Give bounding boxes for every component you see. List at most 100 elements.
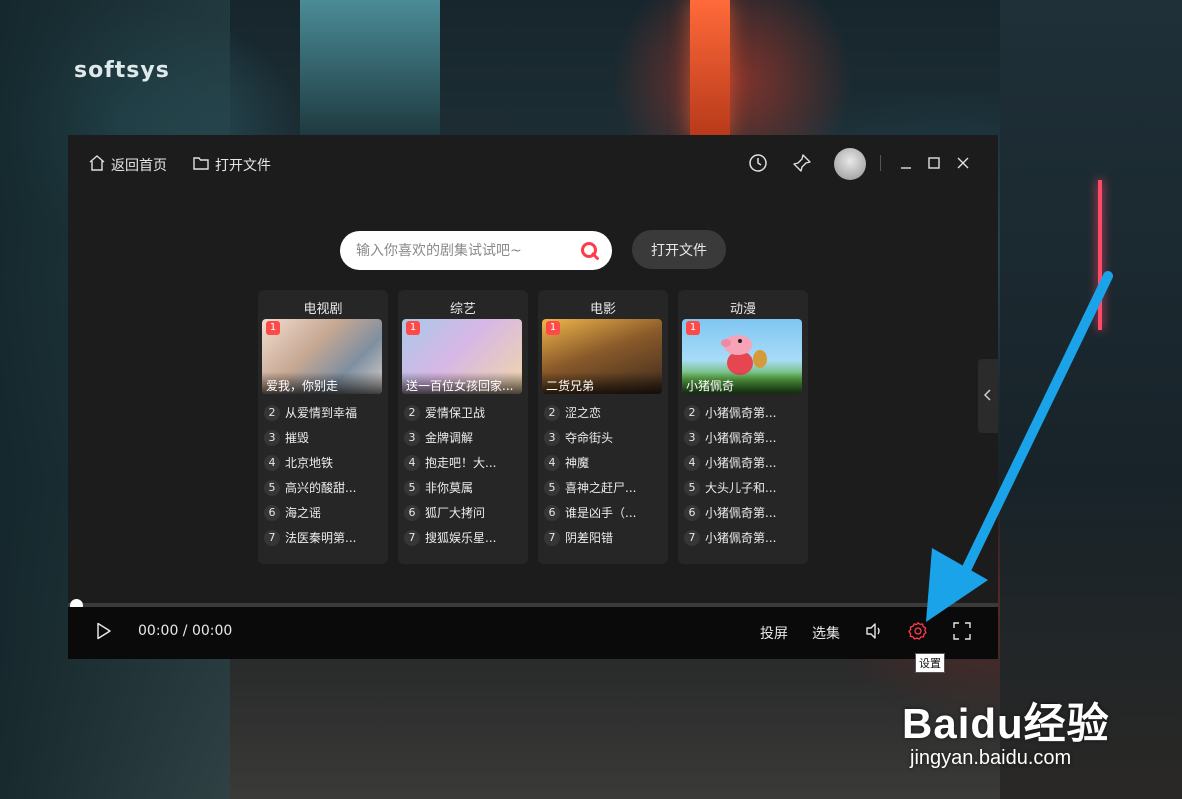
control-bar: 00:00 / 00:00 投屏 选集 xyxy=(68,607,998,659)
card-title: 综艺 xyxy=(449,302,476,317)
settings-button[interactable] xyxy=(907,622,929,644)
list-item[interactable]: 7 法医秦明第... xyxy=(264,525,384,550)
fullscreen-icon xyxy=(953,622,971,644)
gear-icon xyxy=(908,621,928,645)
item-title: 小猪佩奇第... xyxy=(705,406,777,420)
rank-number: 6 xyxy=(264,504,280,521)
fullscreen-button[interactable] xyxy=(951,622,973,644)
rank-number: 2 xyxy=(684,404,700,421)
side-panel-toggle[interactable] xyxy=(978,359,998,433)
clock-icon[interactable] xyxy=(746,151,770,175)
search-icon[interactable] xyxy=(580,241,600,265)
episodes-button[interactable]: 选集 xyxy=(812,623,840,643)
list-item[interactable]: 4 北京地铁 xyxy=(264,450,384,475)
poster[interactable]: 1 送一百位女孩回家... xyxy=(402,319,522,394)
rank-number: 6 xyxy=(684,504,700,521)
item-title: 北京地铁 xyxy=(285,456,334,470)
play-icon xyxy=(96,622,112,644)
item-title: 谁是凶手（... xyxy=(565,506,637,520)
rank-number: 5 xyxy=(684,479,700,496)
item-title: 爱情保卫战 xyxy=(425,406,486,420)
item-title: 小猪佩奇第... xyxy=(705,456,777,470)
background-neon-strip xyxy=(1098,180,1102,330)
category-card-movie: 电影 1 二货兄弟 2 涩之恋 3 夺命街头 4 神魔 5 喜神之赶尸... 6 谁是凶手… xyxy=(538,290,668,564)
chevron-left-icon xyxy=(983,387,993,406)
ranking-list: 2 爱情保卫战 3 金牌调解 4 抱走吧！大... 5 非你莫属 6 狐厂大拷问 7 搜狐娱… xyxy=(404,400,524,550)
list-item[interactable]: 3 小猪佩奇第... xyxy=(684,425,804,450)
list-item[interactable]: 7 搜狐娱乐星... xyxy=(404,525,524,550)
list-item[interactable]: 4 神魔 xyxy=(544,450,664,475)
poster[interactable]: 1 小猪佩奇 xyxy=(682,319,802,394)
home-label: 返回首页 xyxy=(111,158,167,174)
cast-button[interactable]: 投屏 xyxy=(760,623,788,643)
list-item[interactable]: 2 从爱情到幸福 xyxy=(264,400,384,425)
ranking-list: 2 涩之恋 3 夺命街头 4 神魔 5 喜神之赶尸... 6 谁是凶手（... 7 阴差阳错 xyxy=(544,400,664,550)
rank-number: 7 xyxy=(684,529,700,546)
background-building-mid xyxy=(300,0,440,135)
home-icon xyxy=(88,154,111,176)
volume-icon xyxy=(864,621,884,645)
rank-number: 3 xyxy=(544,429,560,446)
list-item[interactable]: 7 小猪佩奇第... xyxy=(684,525,804,550)
list-item[interactable]: 4 抱走吧！大... xyxy=(404,450,524,475)
card-title: 电视剧 xyxy=(303,302,343,317)
list-item[interactable]: 2 涩之恋 xyxy=(544,400,664,425)
rank-badge: 1 xyxy=(266,321,280,335)
list-item[interactable]: 5 高兴的酸甜... xyxy=(264,475,384,500)
list-item[interactable]: 3 摧毁 xyxy=(264,425,384,450)
rank-badge: 1 xyxy=(406,321,420,335)
item-title: 小猪佩奇第... xyxy=(705,506,777,520)
list-item[interactable]: 4 小猪佩奇第... xyxy=(684,450,804,475)
watermark-logo: Baidu经验 xyxy=(902,700,1110,747)
search-input[interactable] xyxy=(356,240,566,262)
rank-number: 6 xyxy=(404,504,420,521)
open-file-menu[interactable]: 打开文件 xyxy=(192,154,271,176)
rank-number: 4 xyxy=(544,454,560,471)
item-title: 涩之恋 xyxy=(565,406,602,420)
item-title: 摧毁 xyxy=(285,431,310,445)
titlebar-divider xyxy=(880,155,881,171)
list-item[interactable]: 2 小猪佩奇第... xyxy=(684,400,804,425)
poster[interactable]: 1 爱我，你别走 xyxy=(262,319,382,394)
list-item[interactable]: 6 狐厂大拷问 xyxy=(404,500,524,525)
folder-icon xyxy=(192,154,215,176)
maximize-icon[interactable] xyxy=(922,151,946,175)
rank-number: 2 xyxy=(544,404,560,421)
list-item[interactable]: 5 大头儿子和... xyxy=(684,475,804,500)
minimize-icon[interactable] xyxy=(894,151,918,175)
rank-number: 4 xyxy=(404,454,420,471)
list-item[interactable]: 6 海之谣 xyxy=(264,500,384,525)
ranking-list: 2 从爱情到幸福 3 摧毁 4 北京地铁 5 高兴的酸甜... 6 海之谣 7 法医秦明第.… xyxy=(264,400,384,550)
list-item[interactable]: 2 爱情保卫战 xyxy=(404,400,524,425)
volume-button[interactable] xyxy=(863,622,885,644)
item-title: 大头儿子和... xyxy=(705,481,777,495)
play-button[interactable] xyxy=(94,622,114,644)
open-file-button[interactable]: 打开文件 xyxy=(632,230,726,269)
video-player-window: 返回首页 打开文件 打开文件 xyxy=(68,135,998,659)
category-card-variety: 综艺 1 送一百位女孩回家... 2 爱情保卫战 3 金牌调解 4 抱走吧！大... … xyxy=(398,290,528,564)
watermark-url: jingyan.baidu.com xyxy=(910,747,1072,769)
item-title: 海之谣 xyxy=(285,506,322,520)
home-button[interactable]: 返回首页 xyxy=(88,154,167,176)
close-icon[interactable] xyxy=(951,151,975,175)
poster[interactable]: 1 二货兄弟 xyxy=(542,319,662,394)
rank-number: 3 xyxy=(264,429,280,446)
list-item[interactable]: 5 非你莫属 xyxy=(404,475,524,500)
settings-tooltip: 设置 xyxy=(915,653,945,673)
item-title: 搜狐娱乐星... xyxy=(425,531,497,545)
list-item[interactable]: 3 夺命街头 xyxy=(544,425,664,450)
list-item[interactable]: 5 喜神之赶尸... xyxy=(544,475,664,500)
list-item[interactable]: 7 阴差阳错 xyxy=(544,525,664,550)
rank-number: 7 xyxy=(404,529,420,546)
titlebar: 返回首页 打开文件 xyxy=(68,135,998,193)
pin-icon[interactable] xyxy=(790,151,814,175)
poster-caption: 小猪佩奇 xyxy=(682,372,802,394)
item-title: 神魔 xyxy=(565,456,590,470)
list-item[interactable]: 6 小猪佩奇第... xyxy=(684,500,804,525)
rank-number: 4 xyxy=(264,454,280,471)
list-item[interactable]: 6 谁是凶手（... xyxy=(544,500,664,525)
rank-number: 3 xyxy=(404,429,420,446)
list-item[interactable]: 3 金牌调解 xyxy=(404,425,524,450)
poster-caption: 二货兄弟 xyxy=(542,372,662,394)
avatar[interactable] xyxy=(834,148,866,180)
